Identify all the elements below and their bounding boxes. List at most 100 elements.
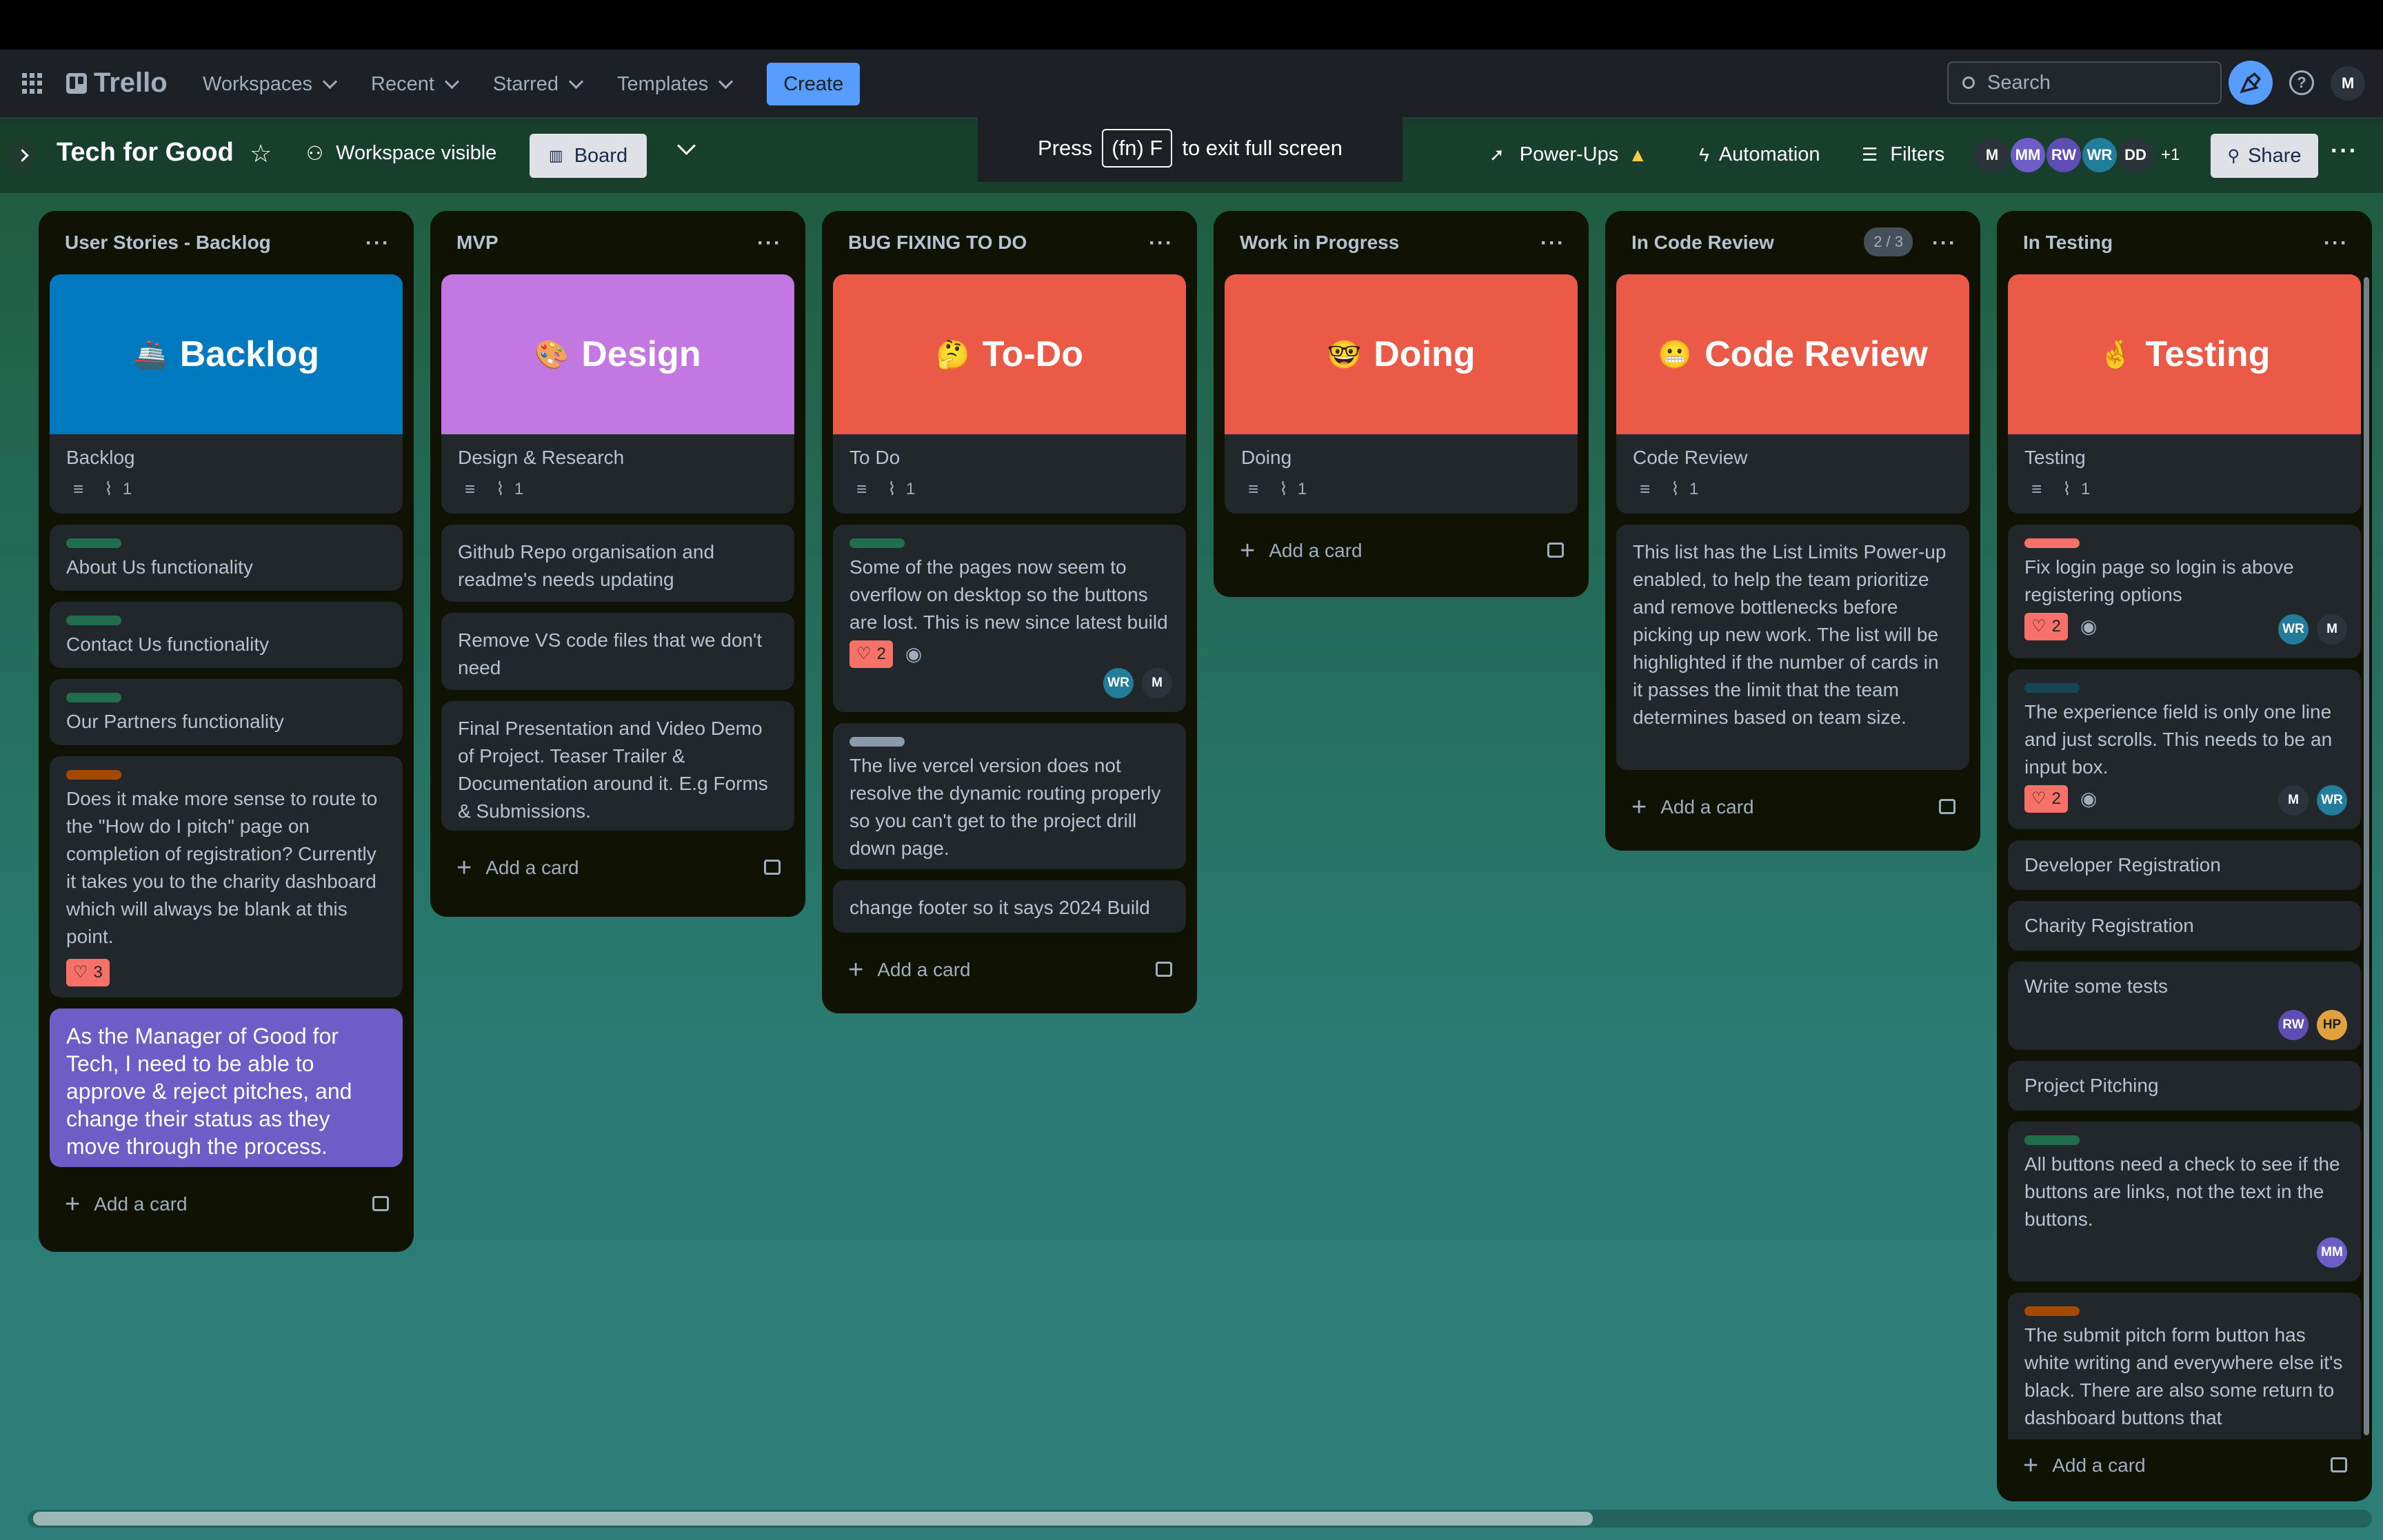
card[interactable]: The experience field is only one line an… (2008, 669, 2361, 829)
card[interactable]: Some of the pages now seem to overflow o… (833, 525, 1186, 712)
card[interactable]: Does it make more sense to route to the … (50, 756, 403, 997)
list-title[interactable]: In Testing (2023, 232, 2113, 254)
list-header[interactable]: BUG FIXING TO DO ··· (833, 211, 1186, 274)
list-mvp[interactable]: MVP ··· 🎨 Design Design & Research ≡ ⌇ 1… (430, 211, 805, 917)
cover-card[interactable]: 😬 Code Review Code Review ≡ ⌇ 1 (1616, 274, 1969, 514)
list-header[interactable]: User Stories - Backlog ··· (50, 211, 403, 274)
workspaces-menu[interactable]: Workspaces (203, 73, 338, 96)
card[interactable]: All buttons need a check to see if the b… (2008, 1122, 2361, 1281)
search-input[interactable]: Search (1947, 61, 2222, 104)
board-title[interactable]: Tech for Good (57, 138, 234, 168)
member-avatar[interactable]: WR (1103, 668, 1134, 698)
board-scrollbar-track[interactable] (28, 1510, 2372, 1528)
board-view-button[interactable]: ▥ Board (530, 134, 647, 178)
member-avatar[interactable]: WR (2082, 138, 2117, 172)
template-icon[interactable] (764, 860, 781, 875)
card[interactable]: Github Repo organisation and readme's ne… (441, 525, 794, 602)
automation-button[interactable]: ϟ Automation (1699, 143, 1820, 166)
card[interactable]: Fix login page so login is above registe… (2008, 525, 2361, 658)
templates-menu[interactable]: Templates (617, 73, 734, 96)
recent-menu[interactable]: Recent (371, 73, 460, 96)
add-card-button[interactable]: + Add a card (1616, 781, 1969, 833)
member-avatar[interactable]: WR (2278, 614, 2309, 645)
list-in-testing[interactable]: In Testing ··· 🤞 Testing Testing ≡ ⌇ 1 F… (1997, 211, 2372, 1501)
trello-logo[interactable]: Trello (66, 68, 168, 99)
card[interactable]: Contact Us functionality (50, 602, 403, 668)
list-title[interactable]: Work in Progress (1240, 232, 1399, 254)
list-header[interactable]: MVP ··· (441, 211, 794, 274)
member-avatar[interactable]: RW (2047, 138, 2081, 172)
list-menu-icon[interactable]: ··· (757, 232, 782, 255)
template-icon[interactable] (372, 1196, 389, 1211)
filters-button[interactable]: ☰ Filters (1862, 143, 1944, 166)
help-icon[interactable]: ? (2289, 70, 2314, 95)
list-header[interactable]: In Code Review 2 / 3 ··· (1616, 211, 1969, 274)
list-title[interactable]: BUG FIXING TO DO (848, 232, 1027, 254)
member-avatar[interactable]: RW (2278, 1010, 2309, 1040)
star-icon[interactable]: ☆ (250, 139, 272, 168)
list-menu-icon[interactable]: ··· (1540, 232, 1565, 255)
card[interactable]: change footer so it says 2024 Build (833, 880, 1186, 933)
list-header[interactable]: In Testing ··· (2008, 211, 2361, 274)
list-user-stories-backlog[interactable]: User Stories - Backlog ··· 🚢 Backlog Bac… (39, 211, 414, 1252)
member-avatar[interactable]: M (2278, 785, 2309, 815)
card[interactable]: Write some tests RW HP (2008, 962, 2361, 1050)
member-avatar[interactable]: HP (2317, 1010, 2347, 1040)
card[interactable]: This list has the List Limits Power-up e… (1616, 525, 1969, 770)
list-menu-icon[interactable]: ··· (1149, 232, 1174, 255)
visibility-button[interactable]: ⚇ Workspace visible (306, 142, 496, 165)
app-switcher-icon[interactable] (22, 73, 43, 94)
list-work-in-progress[interactable]: Work in Progress ··· 🤓 Doing Doing ≡ ⌇ 1… (1214, 211, 1589, 597)
member-avatar[interactable]: M (2317, 614, 2347, 645)
board-scrollbar-thumb[interactable] (33, 1512, 1593, 1526)
card[interactable]: Remove VS code files that we don't need (441, 613, 794, 690)
card[interactable]: The live vercel version does not resolve… (833, 723, 1186, 869)
list-menu-icon[interactable]: ··· (365, 232, 390, 255)
starred-menu[interactable]: Starred (493, 73, 584, 96)
add-card-button[interactable]: + Add a card (833, 944, 1186, 996)
template-icon[interactable] (1156, 962, 1172, 977)
list-bug-fixing-to-do[interactable]: BUG FIXING TO DO ··· 🤔 To-Do To Do ≡ ⌇ 1… (822, 211, 1197, 1013)
extra-members-count[interactable]: +1 (2161, 145, 2180, 165)
card[interactable]: Our Partners functionality (50, 679, 403, 745)
list-scrollbar[interactable] (2364, 277, 2369, 1435)
card[interactable]: Project Pitching (2008, 1061, 2361, 1111)
board-menu-icon[interactable]: ··· (2331, 138, 2358, 165)
board-members[interactable]: M MM RW WR DD +1 (1975, 138, 2180, 172)
card[interactable]: About Us functionality (50, 525, 403, 591)
card[interactable]: Final Presentation and Video Demo of Pro… (441, 701, 794, 831)
member-avatar[interactable]: DD (2118, 138, 2153, 172)
member-avatar[interactable]: MM (2317, 1237, 2347, 1268)
list-menu-icon[interactable]: ··· (2324, 232, 2349, 255)
add-card-button[interactable]: + Add a card (2008, 1439, 2361, 1492)
list-in-code-review[interactable]: In Code Review 2 / 3 ··· 😬 Code Review C… (1605, 211, 1980, 851)
template-icon[interactable] (2331, 1457, 2347, 1472)
add-card-button[interactable]: + Add a card (1225, 525, 1578, 577)
cover-card[interactable]: 🤞 Testing Testing ≡ ⌇ 1 (2008, 274, 2361, 514)
cover-card[interactable]: 🤔 To-Do To Do ≡ ⌇ 1 (833, 274, 1186, 514)
list-cards-scroll[interactable]: 🤞 Testing Testing ≡ ⌇ 1 Fix login page s… (2008, 274, 2361, 1439)
notifications-button[interactable] (2229, 61, 2273, 105)
user-avatar[interactable]: M (2331, 66, 2365, 101)
template-icon[interactable] (1547, 543, 1564, 558)
list-header[interactable]: Work in Progress ··· (1225, 211, 1578, 274)
card[interactable]: Charity Registration (2008, 901, 2361, 951)
cover-card[interactable]: 🎨 Design Design & Research ≡ ⌇ 1 (441, 274, 794, 514)
card[interactable]: As the Manager of Good for Tech, I need … (50, 1009, 403, 1167)
list-title[interactable]: In Code Review (1631, 232, 1774, 254)
cover-card[interactable]: 🚢 Backlog Backlog ≡ ⌇ 1 (50, 274, 403, 514)
list-title[interactable]: MVP (456, 232, 499, 254)
view-switcher-chevron[interactable] (667, 136, 696, 156)
member-avatar[interactable]: WR (2317, 785, 2347, 815)
list-menu-icon[interactable]: ··· (1932, 232, 1957, 255)
add-card-button[interactable]: + Add a card (50, 1178, 403, 1230)
add-card-button[interactable]: + Add a card (441, 842, 794, 894)
share-button[interactable]: ⚲ Share (2211, 134, 2318, 178)
cover-card[interactable]: 🤓 Doing Doing ≡ ⌇ 1 (1225, 274, 1578, 514)
sidebar-toggle[interactable] (8, 139, 36, 171)
member-avatar[interactable]: M (1142, 668, 1172, 698)
member-avatar[interactable]: M (1975, 138, 2009, 172)
power-ups-button[interactable]: ➚ Power-Ups ▲ (1489, 143, 1647, 166)
create-button[interactable]: Create (767, 63, 861, 105)
member-avatar[interactable]: MM (2011, 138, 2045, 172)
